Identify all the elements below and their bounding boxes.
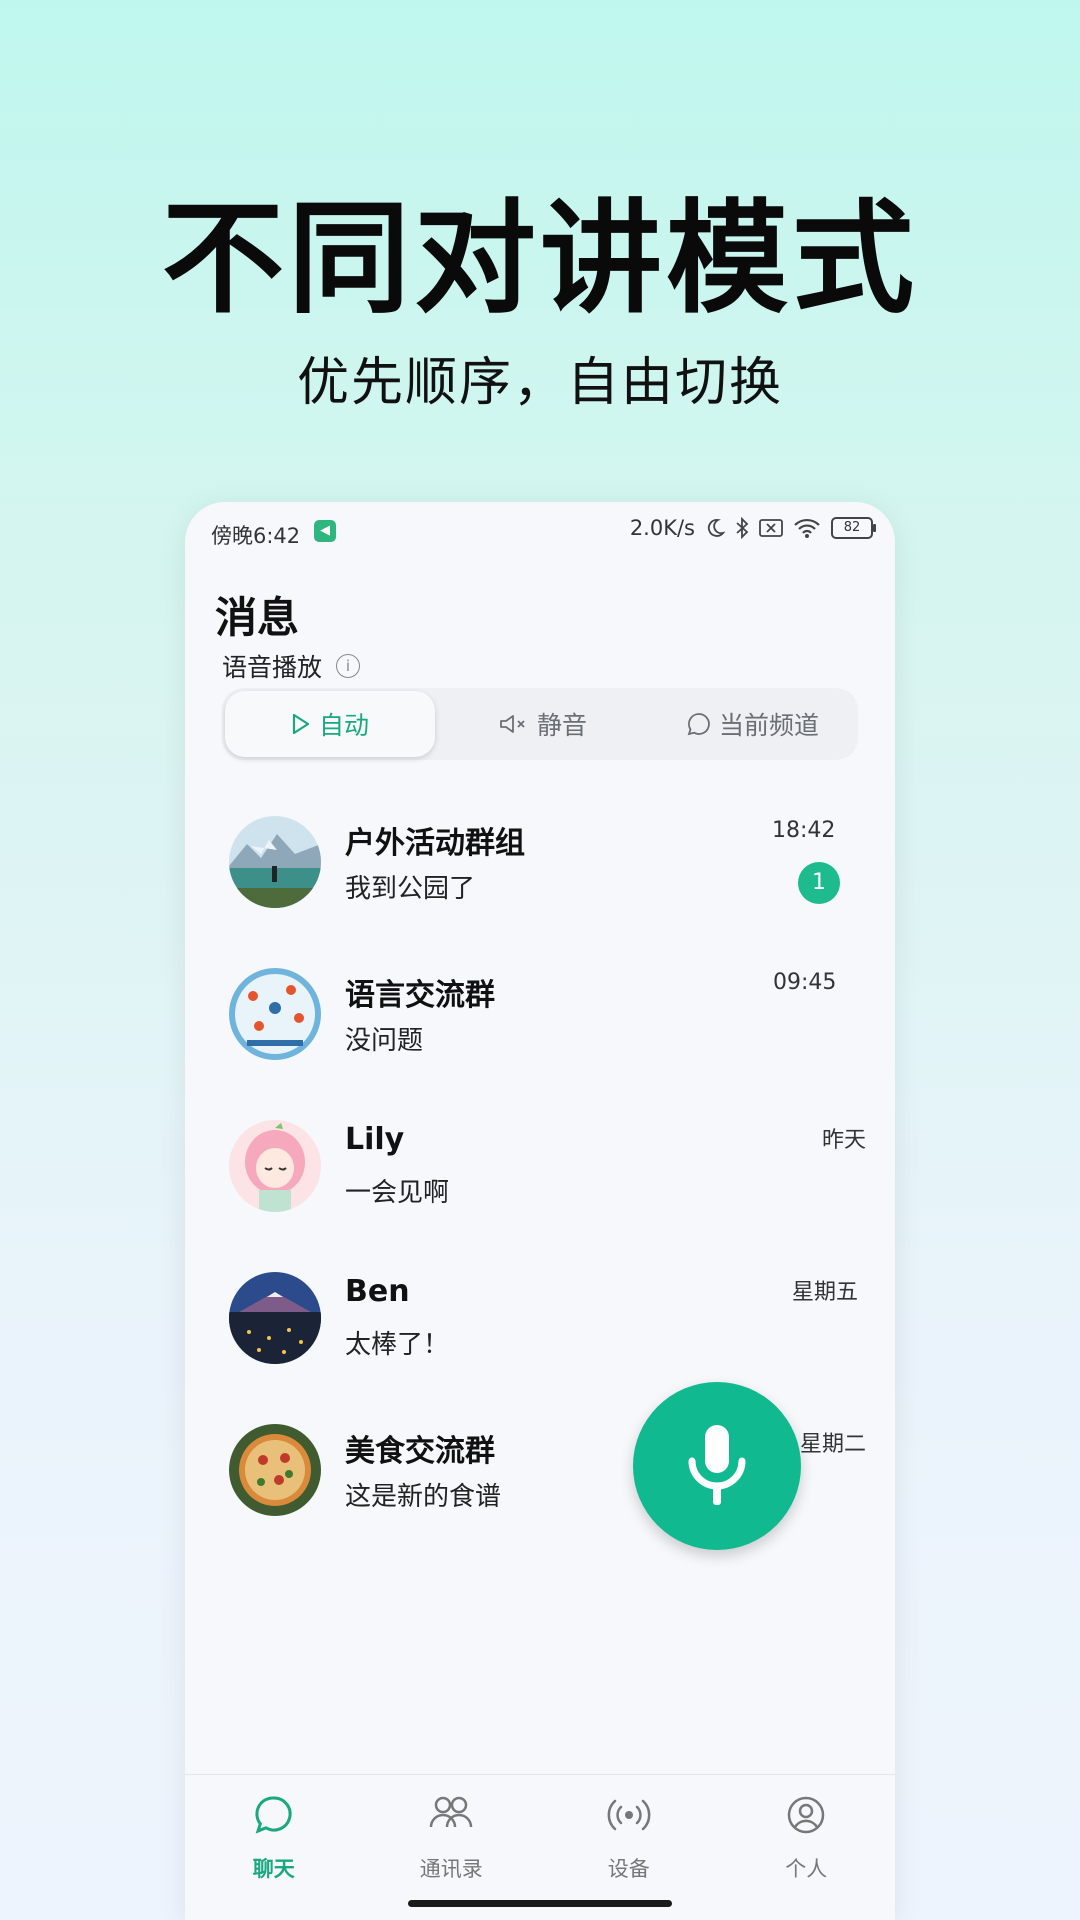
chat-time: 18:42 <box>772 818 836 843</box>
tab-device[interactable]: 设备 <box>540 1775 718 1920</box>
chat-item-outdoor-group[interactable]: 户外活动群组 我到公园了 18:42 1 <box>185 816 895 966</box>
chat-name: 美食交流群 <box>345 1434 495 1469</box>
segment-mute-label: 静音 <box>536 711 587 740</box>
tab-profile-label: 个人 <box>785 1857 828 1881</box>
segment-current-channel[interactable]: 当前频道 <box>648 688 858 760</box>
tab-profile[interactable]: 个人 <box>718 1775 896 1920</box>
profile-icon <box>788 1796 825 1834</box>
sim-off-icon <box>759 519 783 537</box>
hero-subtitle: 优先顺序，自由切换 <box>296 353 783 413</box>
chat-bubble-icon <box>687 713 710 736</box>
page-title: 消息 <box>215 593 300 642</box>
home-indicator[interactable] <box>408 1900 672 1907</box>
chat-name: Ben <box>345 1274 410 1309</box>
hero-title: 不同对讲模式 <box>162 188 918 330</box>
tab-contacts-label: 通讯录 <box>419 1857 483 1881</box>
unread-badge: 1 <box>798 862 840 904</box>
chat-item-lily[interactable]: Lily 一会见啊 昨天 <box>185 1120 895 1270</box>
chat-name: Lily <box>345 1122 405 1157</box>
wifi-icon <box>794 518 820 538</box>
tab-chat-label: 聊天 <box>252 1857 295 1881</box>
chat-last-message: 没问题 <box>345 1026 424 1056</box>
chat-last-message: 太棒了！ <box>345 1330 450 1360</box>
segment-current-channel-label: 当前频道 <box>718 711 819 740</box>
chat-last-message: 我到公园了 <box>345 874 476 904</box>
status-time: 傍晚6:42 <box>211 524 301 548</box>
voice-playback-row: 语音播放 i <box>222 648 361 684</box>
segment-auto[interactable]: 自动 <box>225 691 435 757</box>
speaker-notification-icon: ◀ <box>314 520 336 542</box>
tab-contacts[interactable]: 通讯录 <box>363 1775 541 1920</box>
avatar <box>229 816 321 908</box>
chat-last-message: 这是新的食谱 <box>345 1482 502 1512</box>
avatar <box>229 1272 321 1364</box>
contacts-icon <box>430 1796 473 1828</box>
bluetooth-icon <box>736 517 749 539</box>
microphone-icon <box>688 1425 746 1505</box>
chat-time: 星期二 <box>800 1432 867 1457</box>
play-icon <box>292 713 310 735</box>
chat-time: 09:45 <box>773 970 837 995</box>
tab-device-label: 设备 <box>607 1857 650 1881</box>
avatar <box>229 1424 321 1516</box>
battery-indicator: 82 <box>831 517 876 539</box>
status-bar: 傍晚6:42 ◀ 2.0K/s 82 <box>185 502 895 562</box>
chat-last-message: 一会见啊 <box>345 1178 450 1208</box>
segment-mute[interactable]: 静音 <box>438 688 648 760</box>
device-icon <box>607 1799 651 1831</box>
bottom-tab-bar: 聊天 通讯录 设备 个人 <box>185 1774 895 1920</box>
avatar <box>229 968 321 1060</box>
chat-icon <box>255 1796 292 1834</box>
avatar <box>229 1120 321 1212</box>
network-speed: 2.0K/s <box>629 516 695 540</box>
chat-name: 户外活动群组 <box>345 826 525 861</box>
push-to-talk-button[interactable] <box>633 1382 801 1550</box>
moon-icon <box>707 519 725 537</box>
chat-name: 语言交流群 <box>345 978 495 1013</box>
chat-time: 星期五 <box>792 1280 859 1305</box>
segment-auto-label: 自动 <box>318 711 369 740</box>
voice-playback-segmented-control: 自动 静音 当前频道 <box>222 688 858 760</box>
chat-time: 昨天 <box>822 1128 867 1153</box>
phone-screen: 傍晚6:42 ◀ 2.0K/s 82 消息 语音播放 i 自动 静音 当前频道 <box>185 502 895 1920</box>
info-icon[interactable]: i <box>336 654 361 678</box>
mute-icon <box>500 715 525 733</box>
voice-playback-label: 语音播放 <box>222 653 323 682</box>
chat-item-language-group[interactable]: 语言交流群 没问题 09:45 <box>185 968 895 1118</box>
chat-item-ben[interactable]: Ben 太棒了！ 星期五 <box>185 1272 895 1422</box>
tab-chat[interactable]: 聊天 <box>185 1775 363 1920</box>
